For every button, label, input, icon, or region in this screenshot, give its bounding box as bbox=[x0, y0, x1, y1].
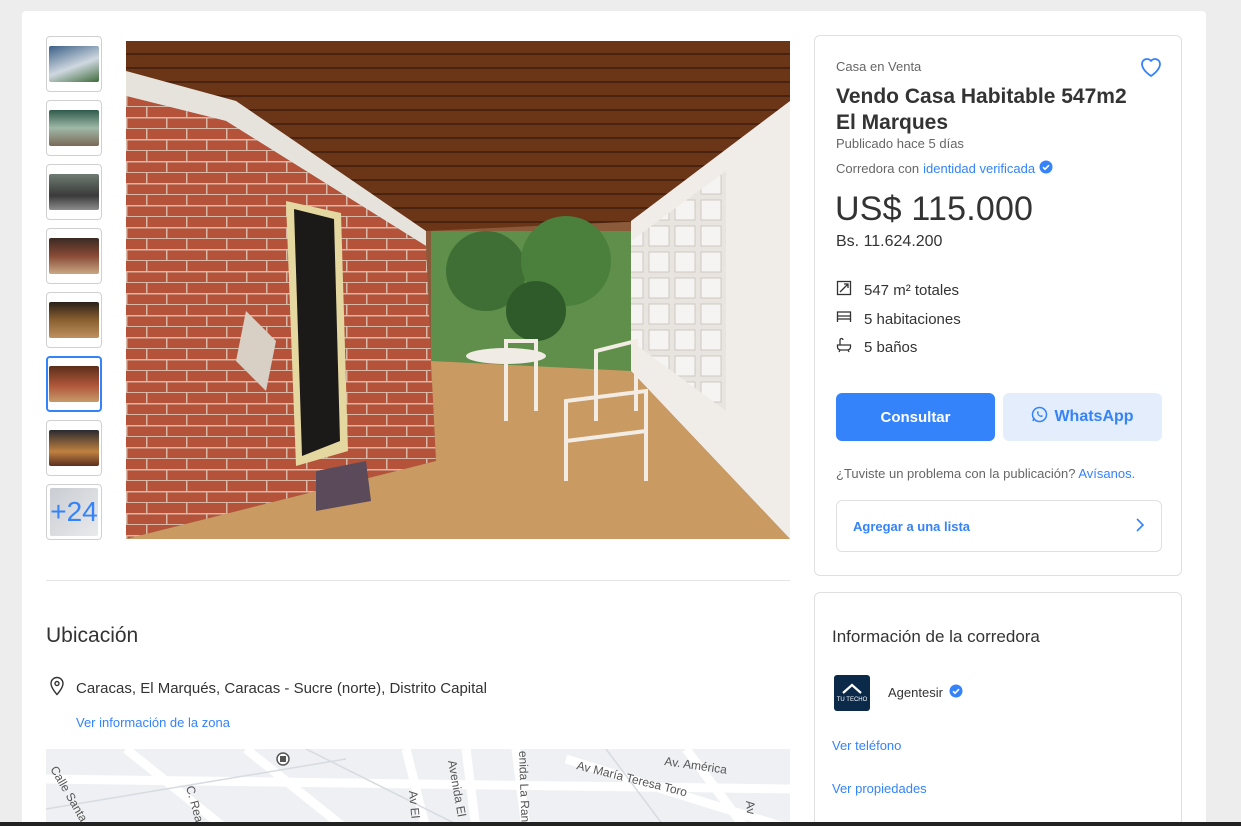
location-address-row: Caracas, El Marqués, Caracas - Sucre (no… bbox=[48, 676, 487, 700]
broker-verification: Corredora con identidad verificada bbox=[836, 160, 1053, 177]
thumbnail-6[interactable] bbox=[46, 356, 102, 412]
location-address: Caracas, El Marqués, Caracas - Sucre (no… bbox=[76, 679, 487, 697]
attribute-bedrooms: 5 habitaciones bbox=[836, 309, 961, 329]
broker-logo[interactable]: TU TECHO bbox=[834, 675, 870, 711]
attribute-bathrooms-label: 5 baños bbox=[864, 338, 918, 356]
thumbnail-more[interactable]: +24 bbox=[46, 484, 102, 540]
section-divider bbox=[46, 580, 790, 581]
verified-identity-link[interactable]: identidad verificada bbox=[923, 161, 1035, 176]
attribute-area: 547 m² totales bbox=[836, 280, 959, 300]
view-properties-link[interactable]: Ver propiedades bbox=[832, 781, 927, 796]
thumbnail-2[interactable] bbox=[46, 100, 102, 156]
map-label-8: Av bbox=[743, 800, 758, 815]
thumbnail-5[interactable] bbox=[46, 292, 102, 348]
consult-button[interactable]: Consultar bbox=[836, 393, 995, 441]
zone-info-link[interactable]: Ver información de la zona bbox=[76, 715, 230, 730]
window-bottom-edge bbox=[0, 822, 1241, 826]
listing-summary-panel: Casa en Venta Vendo Casa Habitable 547m2… bbox=[814, 35, 1182, 576]
thumbnail-1[interactable] bbox=[46, 36, 102, 92]
report-problem-row: ¿Tuviste un problema con la publicación?… bbox=[836, 466, 1135, 481]
listing-category: Casa en Venta bbox=[836, 59, 922, 74]
thumbnail-7[interactable] bbox=[46, 420, 102, 476]
broker-logo-text: TU TECHO bbox=[836, 697, 868, 703]
verified-badge-icon bbox=[1039, 160, 1053, 177]
house-roof-icon bbox=[842, 683, 862, 694]
price-local: Bs. 11.624.200 bbox=[836, 233, 943, 250]
more-photos-count: +24 bbox=[50, 496, 98, 527]
broker-info-panel: Información de la corredora TU TECHO Age… bbox=[814, 592, 1182, 826]
whatsapp-icon bbox=[1031, 406, 1048, 428]
attribute-area-label: 547 m² totales bbox=[864, 281, 960, 299]
favorite-heart-icon[interactable] bbox=[1139, 56, 1163, 83]
report-problem-link[interactable]: Avísanos. bbox=[1078, 466, 1135, 481]
bath-icon bbox=[836, 337, 852, 357]
broker-name-row: Agentesir bbox=[888, 684, 963, 701]
view-phone-link[interactable]: Ver teléfono bbox=[832, 738, 901, 753]
porch-photo-illustration bbox=[126, 41, 790, 539]
map-illustration: Calle Santa R C. Rea Av El Avenida El en… bbox=[46, 749, 790, 826]
bed-icon bbox=[836, 309, 852, 329]
area-icon bbox=[836, 280, 852, 300]
thumbnail-3[interactable] bbox=[46, 164, 102, 220]
whatsapp-label: WhatsApp bbox=[1054, 408, 1134, 425]
chevron-right-icon bbox=[1135, 517, 1145, 535]
location-map[interactable]: Calle Santa R C. Rea Av El Avenida El en… bbox=[46, 749, 790, 826]
main-photo[interactable] bbox=[126, 41, 790, 539]
location-pin-icon bbox=[48, 676, 66, 700]
listing-title: Vendo Casa Habitable 547m2 El Marques bbox=[836, 85, 1127, 134]
add-to-list-label: Agregar a una lista bbox=[853, 518, 971, 534]
map-label-3: Av El bbox=[406, 790, 422, 819]
whatsapp-button[interactable]: WhatsApp bbox=[1003, 393, 1162, 441]
broker-info-title: Información de la corredora bbox=[832, 627, 1040, 646]
report-problem-text: ¿Tuviste un problema con la publicación? bbox=[836, 466, 1076, 481]
verified-badge-icon bbox=[949, 684, 963, 701]
attribute-bedrooms-label: 5 habitaciones bbox=[864, 310, 961, 328]
attribute-bathrooms: 5 baños bbox=[836, 337, 917, 357]
broker-prefix: Corredora con bbox=[836, 161, 920, 176]
price-usd: US$ 115.000 bbox=[835, 190, 1034, 228]
location-title: Ubicación bbox=[46, 624, 139, 647]
add-to-list-button[interactable]: Agregar a una lista bbox=[836, 500, 1162, 552]
map-label-5: enida La Ran bbox=[516, 751, 532, 823]
broker-name: Agentesir bbox=[888, 685, 943, 700]
thumbnail-strip: +24 bbox=[46, 36, 102, 548]
listing-posted-date: Publicado hace 5 días bbox=[836, 136, 964, 151]
thumbnail-4[interactable] bbox=[46, 228, 102, 284]
